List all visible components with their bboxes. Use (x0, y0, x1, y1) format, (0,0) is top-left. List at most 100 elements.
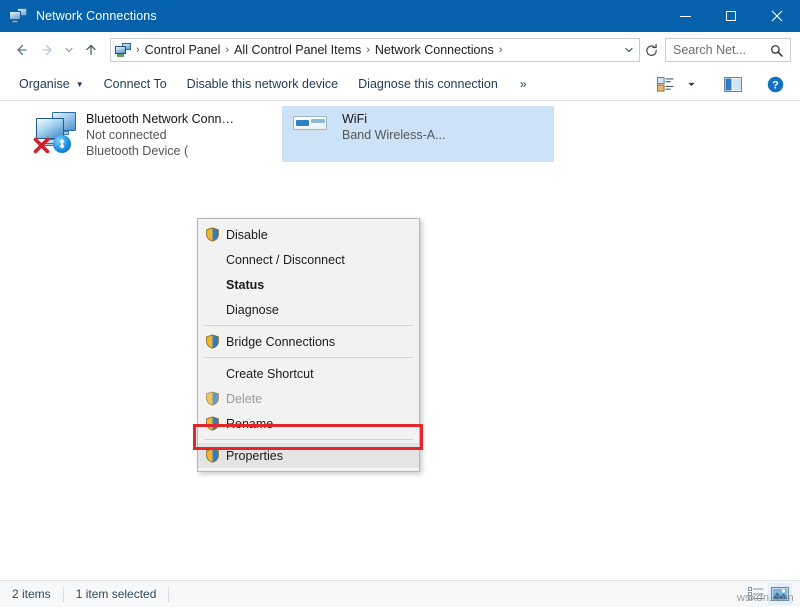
context-menu-item-properties[interactable]: Properties (198, 443, 419, 468)
context-menu-item-delete-label: Delete (226, 392, 262, 406)
breadcrumb-history-dropdown[interactable] (619, 39, 639, 61)
breadcrumb[interactable]: › Control Panel › All Control Panel Item… (110, 38, 640, 62)
command-toolbar: Organise ▼ Connect To Disable this netwo… (0, 68, 800, 101)
breadcrumb-item-all-control-panel-items[interactable]: All Control Panel Items (234, 43, 361, 57)
list-item-wifi-name: WiFi (342, 111, 548, 127)
toolbar-button-connect-to[interactable]: Connect To (94, 72, 177, 97)
context-menu-separator (204, 439, 413, 440)
toolbar-button-connect-to-label: Connect To (104, 77, 167, 91)
recent-pages-icon (64, 45, 74, 55)
toolbar-button-diagnose-connection[interactable]: Diagnose this connection (348, 72, 508, 97)
close-icon (771, 10, 783, 22)
context-menu-item-diagnose[interactable]: Diagnose (198, 297, 419, 322)
window-title: Network Connections (36, 9, 157, 23)
list-item-wifi-labels: WiFi Band Wireless-A... (342, 110, 548, 143)
list-item-bluetooth-name: Bluetooth Network Connection (86, 111, 234, 127)
status-divider (168, 587, 169, 602)
toolbar-overflow-button[interactable]: » (508, 77, 538, 91)
maximize-button[interactable] (708, 0, 754, 32)
title-bar[interactable]: Network Connections (0, 0, 800, 32)
view-options-dropdown[interactable] (678, 72, 704, 96)
back-arrow-icon (13, 42, 29, 58)
network-connections-icon (9, 7, 27, 25)
search-input[interactable]: Search Net... (673, 43, 770, 57)
toolbar-button-organise-label: Organise (19, 77, 70, 91)
context-menu-separator (204, 357, 413, 358)
list-item-bluetooth-device: Bluetooth Device ( (86, 143, 234, 159)
context-menu-item-create-shortcut[interactable]: Create Shortcut (198, 361, 419, 386)
up-button[interactable] (79, 38, 103, 62)
view-options-icon (657, 77, 674, 92)
shield-icon (198, 416, 226, 431)
breadcrumb-network-icon (115, 42, 131, 58)
context-menu-item-create-shortcut-label: Create Shortcut (226, 367, 314, 381)
address-bar-row: › Control Panel › All Control Panel Item… (0, 32, 800, 68)
breadcrumb-separator: › (225, 44, 229, 56)
context-menu-item-connect-disconnect-label: Connect / Disconnect (226, 253, 345, 267)
bluetooth-network-adapter-icon (32, 110, 80, 156)
context-menu-item-status-label: Status (226, 278, 264, 292)
context-menu-item-status[interactable]: Status (198, 272, 419, 297)
chevron-down-icon: ▼ (76, 80, 84, 89)
preview-pane-button[interactable] (720, 72, 746, 96)
list-item-bluetooth-status: Not connected (86, 127, 234, 143)
breadcrumb-item-network-connections[interactable]: Network Connections (375, 43, 494, 57)
list-item-bluetooth-network-connection[interactable]: Bluetooth Network Connection Not connect… (26, 106, 240, 165)
refresh-button[interactable] (640, 38, 662, 62)
list-item-wifi-device: Band Wireless-A... (342, 127, 548, 143)
shield-icon (198, 334, 226, 349)
chevron-down-icon (624, 45, 634, 55)
red-x-icon (33, 137, 50, 154)
wireless-network-adapter-icon (288, 110, 336, 156)
shield-icon (198, 227, 226, 242)
connections-list: Bluetooth Network Connection Not connect… (0, 101, 800, 580)
status-item-count: 2 items (12, 587, 51, 601)
list-item-bluetooth-labels: Bluetooth Network Connection Not connect… (86, 110, 234, 159)
close-button[interactable] (754, 0, 800, 32)
status-selection-count: 1 item selected (76, 587, 157, 601)
context-menu-item-rename-label: Rename (226, 417, 273, 431)
toolbar-right-group: ? (652, 72, 788, 96)
toolbar-button-organise[interactable]: Organise ▼ (9, 72, 94, 97)
svg-text:?: ? (772, 79, 779, 91)
shield-icon (198, 448, 226, 463)
help-icon: ? (767, 76, 784, 93)
forward-arrow-icon (40, 42, 56, 58)
toolbar-button-disable-device[interactable]: Disable this network device (177, 72, 348, 97)
context-menu-item-properties-label: Properties (226, 449, 283, 463)
breadcrumb-separator: › (499, 44, 503, 56)
back-button[interactable] (9, 38, 33, 62)
bluetooth-badge-icon (53, 135, 71, 153)
status-divider (63, 587, 64, 602)
context-menu-item-disable-label: Disable (226, 228, 268, 242)
search-box[interactable]: Search Net... (665, 38, 791, 62)
context-menu-item-bridge-connections[interactable]: Bridge Connections (198, 329, 419, 354)
preview-pane-icon (724, 77, 742, 92)
recent-pages-button[interactable] (61, 38, 77, 62)
context-menu-item-connect-disconnect[interactable]: Connect / Disconnect (198, 247, 419, 272)
list-item-wifi[interactable]: WiFi Band Wireless-A... (282, 106, 554, 162)
minimize-button[interactable] (662, 0, 708, 32)
breadcrumb-separator: › (366, 44, 370, 56)
context-menu-item-disable[interactable]: Disable (198, 222, 419, 247)
breadcrumb-item-control-panel[interactable]: Control Panel (145, 43, 221, 57)
forward-button[interactable] (36, 38, 60, 62)
chevron-down-icon (687, 80, 696, 89)
context-menu[interactable]: Disable Connect / Disconnect Status Diag… (197, 218, 420, 472)
context-menu-separator (204, 325, 413, 326)
context-menu-item-bridge-connections-label: Bridge Connections (226, 335, 335, 349)
toolbar-button-diagnose-connection-label: Diagnose this connection (358, 77, 498, 91)
caption-button-group (662, 0, 800, 32)
status-bar: 2 items 1 item selected (0, 580, 800, 607)
refresh-icon (644, 43, 659, 58)
explorer-window: Network Connections (0, 0, 800, 607)
breadcrumb-separator: › (136, 44, 140, 56)
help-button[interactable]: ? (762, 72, 788, 96)
context-menu-item-delete: Delete (198, 386, 419, 411)
toolbar-button-disable-device-label: Disable this network device (187, 77, 338, 91)
context-menu-item-diagnose-label: Diagnose (226, 303, 279, 317)
context-menu-item-rename[interactable]: Rename (198, 411, 419, 436)
shield-icon (198, 391, 226, 406)
search-icon (770, 44, 783, 57)
view-options-button[interactable] (652, 72, 678, 96)
